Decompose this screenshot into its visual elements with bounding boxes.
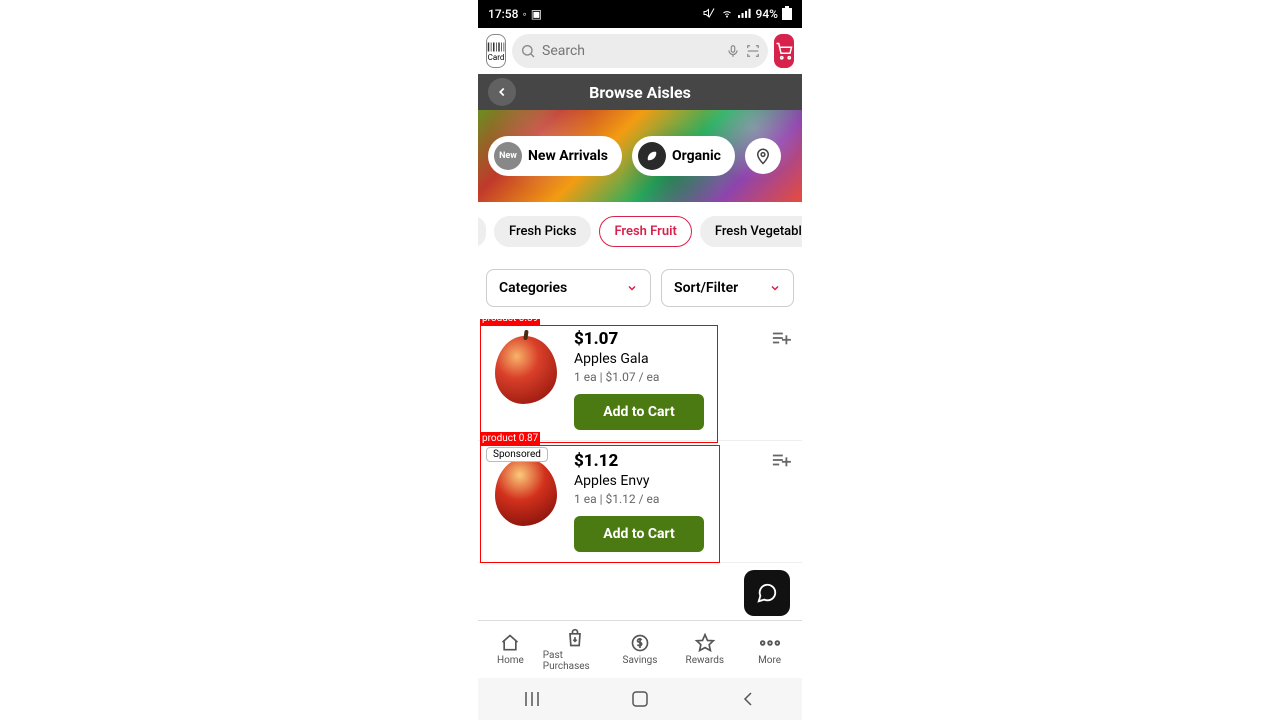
product-card[interactable]: product 0.89 $1.07 Apples Gala 1 ea | $1… bbox=[478, 319, 802, 441]
product-unit: 1 ea | $1.12 / ea bbox=[574, 492, 794, 506]
nav-label: Past Purchases bbox=[543, 650, 608, 672]
scan-icon[interactable] bbox=[746, 44, 760, 58]
product-info: $1.12 Apples Envy 1 ea | $1.12 / ea Add … bbox=[570, 447, 794, 552]
cart-icon bbox=[774, 42, 794, 60]
chat-button[interactable] bbox=[744, 570, 790, 616]
dropdown-label: Sort/Filter bbox=[674, 280, 738, 296]
nav-more[interactable]: More bbox=[737, 621, 802, 678]
product-price: $1.07 bbox=[574, 329, 794, 349]
search-field[interactable] bbox=[512, 34, 768, 68]
star-icon bbox=[694, 633, 716, 653]
mic-icon[interactable] bbox=[726, 44, 740, 58]
page-title: Browse Aisles bbox=[589, 83, 691, 102]
add-to-cart-button[interactable]: Add to Cart bbox=[574, 394, 704, 430]
new-badge-icon: New bbox=[494, 142, 522, 170]
system-back-button[interactable] bbox=[738, 689, 758, 709]
more-icon bbox=[759, 633, 781, 653]
nav-rewards[interactable]: Rewards bbox=[672, 621, 737, 678]
status-dot-icon: ◦ bbox=[522, 7, 526, 21]
nav-label: Savings bbox=[623, 655, 658, 666]
detection-label: product 0.87 bbox=[480, 432, 540, 445]
chip-partial-prev[interactable] bbox=[478, 216, 486, 247]
subcategory-chips: Fresh Picks Fresh Fruit Fresh Vegetables bbox=[478, 202, 802, 261]
product-unit: 1 ea | $1.07 / ea bbox=[574, 370, 794, 384]
wifi-icon bbox=[720, 7, 734, 22]
cart-button[interactable] bbox=[774, 34, 794, 68]
category-banner: New New Arrivals Organic bbox=[478, 110, 802, 202]
status-bar: 17:58 ◦ ▣ 94% bbox=[478, 0, 802, 28]
search-icon bbox=[520, 43, 536, 59]
pill-local[interactable] bbox=[745, 138, 781, 174]
mute-icon bbox=[702, 7, 716, 22]
chevron-left-icon bbox=[495, 85, 509, 99]
search-input[interactable] bbox=[542, 43, 720, 59]
battery-icon bbox=[782, 6, 792, 23]
pill-label: Organic bbox=[672, 148, 721, 164]
system-nav bbox=[478, 678, 802, 720]
page-header: Browse Aisles bbox=[478, 74, 802, 110]
product-image bbox=[482, 325, 570, 415]
home-icon bbox=[499, 633, 521, 653]
barcode-icon bbox=[487, 41, 505, 53]
status-square-icon: ▣ bbox=[531, 7, 542, 21]
phone-frame: 17:58 ◦ ▣ 94% Card bbox=[478, 0, 802, 720]
sponsored-badge: Sponsored bbox=[486, 447, 548, 462]
card-label: Card bbox=[488, 53, 505, 62]
nav-label: Rewards bbox=[686, 655, 725, 666]
product-image: Sponsored bbox=[482, 447, 570, 537]
pill-new-arrivals[interactable]: New New Arrivals bbox=[488, 136, 622, 176]
signal-icon bbox=[738, 7, 752, 22]
nav-past-purchases[interactable]: Past Purchases bbox=[543, 621, 608, 678]
product-name: Apples Envy bbox=[574, 473, 794, 489]
pill-organic[interactable]: Organic bbox=[632, 136, 735, 176]
pin-icon bbox=[754, 147, 772, 165]
chat-icon bbox=[755, 582, 779, 604]
bag-icon bbox=[564, 628, 586, 648]
status-time: 17:58 bbox=[488, 7, 518, 21]
product-price: $1.12 bbox=[574, 451, 794, 471]
nav-label: Home bbox=[497, 655, 524, 666]
apple-icon bbox=[495, 458, 557, 526]
chip-fresh-vegetables[interactable]: Fresh Vegetables bbox=[700, 216, 802, 247]
recents-button[interactable] bbox=[522, 689, 542, 709]
battery-text: 94% bbox=[756, 7, 778, 21]
nav-label: More bbox=[758, 655, 781, 666]
filter-bar: Categories Sort/Filter bbox=[478, 261, 802, 319]
chevron-down-icon bbox=[769, 282, 781, 294]
add-to-list-button[interactable] bbox=[770, 329, 792, 347]
chip-fresh-fruit[interactable]: Fresh Fruit bbox=[599, 216, 691, 247]
sort-filter-dropdown[interactable]: Sort/Filter bbox=[661, 269, 794, 307]
add-to-cart-button[interactable]: Add to Cart bbox=[574, 516, 704, 552]
detection-label: product 0.89 bbox=[480, 319, 540, 325]
apple-icon bbox=[495, 336, 557, 404]
product-card[interactable]: product 0.87 Sponsored $1.12 Apples Envy… bbox=[478, 441, 802, 563]
product-info: $1.07 Apples Gala 1 ea | $1.07 / ea Add … bbox=[570, 325, 794, 430]
back-button[interactable] bbox=[488, 78, 516, 106]
pill-label: New Arrivals bbox=[528, 148, 608, 164]
categories-dropdown[interactable]: Categories bbox=[486, 269, 651, 307]
nav-home[interactable]: Home bbox=[478, 621, 543, 678]
dollar-icon bbox=[629, 633, 651, 653]
loyalty-card-button[interactable]: Card bbox=[486, 34, 506, 68]
bottom-nav: Home Past Purchases Savings Rewards More bbox=[478, 620, 802, 678]
home-button[interactable] bbox=[630, 689, 650, 709]
top-bar: Card bbox=[478, 28, 802, 74]
dropdown-label: Categories bbox=[499, 280, 567, 296]
leaf-icon bbox=[638, 142, 666, 170]
chip-fresh-picks[interactable]: Fresh Picks bbox=[494, 216, 591, 247]
nav-savings[interactable]: Savings bbox=[608, 621, 673, 678]
product-name: Apples Gala bbox=[574, 351, 794, 367]
add-to-list-button[interactable] bbox=[770, 451, 792, 469]
chevron-down-icon bbox=[626, 282, 638, 294]
